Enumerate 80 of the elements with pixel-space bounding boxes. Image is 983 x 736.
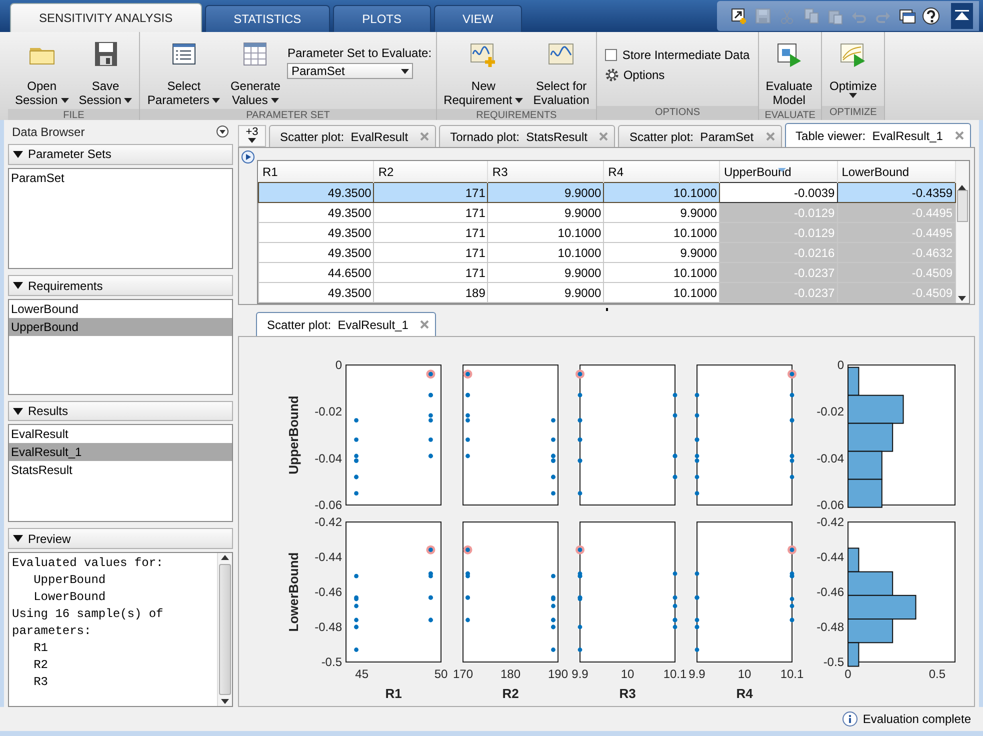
tick-label: -0.42 (314, 515, 342, 529)
table-cell: 171 (374, 202, 488, 222)
axis-label: R2 (502, 686, 519, 701)
table-cell: 49.3500 (258, 282, 374, 302)
tick-label: 0 (837, 358, 844, 372)
axis-label: R1 (385, 686, 402, 701)
table-cell: -0.4509 (837, 282, 956, 302)
table-cell: -0.0216 (719, 242, 838, 262)
table-cell: -0.4632 (837, 242, 956, 262)
tick-label: -0.44 (314, 550, 342, 564)
axis-label: R3 (619, 686, 636, 701)
tick-label: -0.5 (823, 655, 844, 669)
dropdown-label: Parameter Set to Evaluate: (287, 46, 432, 60)
table-cell: -0.4509 (837, 262, 956, 282)
tick-label: -0.46 (314, 585, 342, 599)
tick-label: 0.5 (928, 667, 946, 681)
table-cell: 171 (374, 182, 488, 202)
table-cell: 49.3500 (258, 242, 374, 262)
tick-label: 10.1 (780, 667, 804, 681)
table-cell: 10.1000 (488, 222, 604, 242)
table-cell: 10.1000 (604, 222, 720, 242)
table-cell: 9.9000 (604, 242, 720, 262)
table-cell: 10.1000 (488, 242, 604, 262)
tick-label: -0.02 (816, 404, 844, 419)
tick-label: -0.04 (816, 451, 844, 466)
tick-label: -0.42 (816, 515, 844, 529)
table-cell: 49.3500 (258, 182, 374, 202)
tick-label: -0.48 (314, 620, 342, 634)
tick-label: -0.44 (816, 550, 844, 564)
table-cell: 9.9000 (488, 282, 604, 302)
table-cell: 49.3500 (258, 202, 374, 222)
tick-label: -0.06 (816, 498, 844, 512)
table-cell: 10.1000 (604, 182, 720, 202)
tick-label: 50 (434, 667, 448, 681)
table-cell: -0.0039 (719, 182, 838, 202)
tick-label: 10 (738, 667, 752, 681)
tick-label: 45 (355, 667, 369, 681)
table-cell: 44.6500 (258, 262, 374, 282)
tick-label: -0.02 (314, 404, 342, 419)
axis-label: LowerBound (286, 552, 301, 632)
tick-label: 170 (453, 667, 474, 681)
tick-label: -0.06 (314, 498, 342, 512)
axis-label: UpperBound (286, 396, 301, 474)
table-cell: -0.0129 (719, 202, 838, 222)
section-label: OPTIONS (597, 106, 758, 120)
axis-label: R4 (736, 686, 753, 701)
table-cell: -0.0237 (719, 282, 838, 302)
tick-label: 0 (844, 667, 852, 681)
table-cell: -0.4495 (837, 222, 956, 242)
table-cell: 171 (374, 222, 488, 242)
tick-label: 180 (500, 667, 521, 681)
table-cell: 10.1000 (604, 262, 720, 282)
table-cell: 9.9000 (604, 202, 720, 222)
preview-text: Evaluated values for: UpperBound LowerBound Using 16 sample(s) of parameters: R1 R2 R3 (11, 554, 164, 691)
table-cell: -0.4495 (837, 202, 956, 222)
tick-label: 9.9 (572, 667, 588, 681)
table-cell: 9.9000 (488, 202, 604, 222)
tick-label: 9.9 (688, 667, 706, 681)
section-label: OPTIMIZE (822, 106, 884, 120)
status-message: Evaluation complete (862, 712, 971, 726)
tick-label: -0.5 (321, 655, 342, 669)
table-cell: 9.9000 (488, 262, 604, 282)
table-cell: 171 (374, 262, 488, 282)
table-cell: 9.9000 (488, 182, 604, 202)
table-cell: -0.0129 (719, 222, 838, 242)
table-cell: -0.0237 (719, 262, 838, 282)
table-cell: 49.3500 (258, 222, 374, 242)
tick-label: -0.48 (816, 620, 844, 634)
tick-label: 190 (548, 667, 568, 681)
table-cell: 189 (374, 282, 488, 302)
tick-label: -0.04 (314, 451, 342, 466)
table-cell: 10.1000 (604, 282, 720, 302)
tick-label: 0 (335, 358, 342, 372)
panel-title: Data Browser (12, 124, 85, 139)
tick-label: 10.1 (663, 667, 687, 681)
tick-label: -0.46 (816, 585, 844, 599)
checkbox-label: Store Intermediate Data (622, 48, 750, 62)
tick-label: 10 (620, 667, 634, 681)
table-cell: 171 (374, 242, 488, 262)
table-cell: -0.4359 (837, 182, 956, 202)
